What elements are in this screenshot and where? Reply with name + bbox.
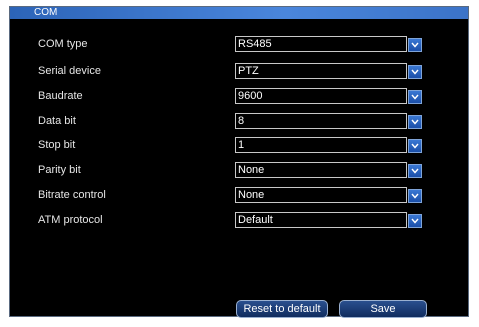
atm-protocol-select[interactable]: Default: [235, 212, 426, 228]
chevron-down-icon[interactable]: [408, 139, 422, 153]
parity-bit-value[interactable]: None: [235, 162, 407, 178]
parity-bit-select[interactable]: None: [235, 162, 426, 178]
stop-bit-label: Stop bit: [38, 139, 76, 151]
row-com-type: COM type RS485: [10, 36, 468, 52]
row-data-bit: Data bit 8: [10, 113, 468, 129]
reset-to-default-button[interactable]: Reset to default: [236, 300, 328, 318]
parity-bit-label: Parity bit: [38, 164, 81, 176]
data-bit-select[interactable]: 8: [235, 113, 426, 129]
atm-protocol-value[interactable]: Default: [235, 212, 407, 228]
save-button[interactable]: Save: [339, 300, 427, 318]
row-parity-bit: Parity bit None: [10, 162, 468, 178]
baudrate-label: Baudrate: [38, 90, 83, 102]
stop-bit-value[interactable]: 1: [235, 137, 407, 153]
bitrate-control-select[interactable]: None: [235, 187, 426, 203]
atm-protocol-label: ATM protocol: [38, 214, 103, 226]
chevron-down-icon[interactable]: [408, 38, 422, 52]
serial-device-label: Serial device: [38, 65, 101, 77]
chevron-down-icon[interactable]: [408, 115, 422, 129]
baudrate-select[interactable]: 9600: [235, 88, 426, 104]
data-bit-value[interactable]: 8: [235, 113, 407, 129]
window-title: COM: [34, 7, 58, 18]
serial-device-select[interactable]: PTZ: [235, 63, 426, 79]
chevron-down-icon[interactable]: [408, 164, 422, 178]
row-serial-device: Serial device PTZ: [10, 63, 468, 79]
chevron-down-icon[interactable]: [408, 65, 422, 79]
baudrate-value[interactable]: 9600: [235, 88, 407, 104]
row-stop-bit: Stop bit 1: [10, 137, 468, 153]
com-type-label: COM type: [38, 38, 88, 50]
chevron-down-icon[interactable]: [408, 189, 422, 203]
row-baudrate: Baudrate 9600: [10, 88, 468, 104]
com-type-value[interactable]: RS485: [235, 36, 407, 52]
stop-bit-select[interactable]: 1: [235, 137, 426, 153]
serial-device-value[interactable]: PTZ: [235, 63, 407, 79]
bitrate-control-value[interactable]: None: [235, 187, 407, 203]
data-bit-label: Data bit: [38, 115, 76, 127]
row-bitrate-control: Bitrate control None: [10, 187, 468, 203]
row-atm-protocol: ATM protocol Default: [10, 212, 468, 228]
bitrate-control-label: Bitrate control: [38, 189, 106, 201]
chevron-down-icon[interactable]: [408, 90, 422, 104]
com-settings-window: COM COM type RS485 Serial device PTZ Bau…: [9, 6, 469, 318]
com-type-select[interactable]: RS485: [235, 36, 426, 52]
title-bar: COM: [10, 7, 468, 19]
chevron-down-icon[interactable]: [408, 214, 422, 228]
